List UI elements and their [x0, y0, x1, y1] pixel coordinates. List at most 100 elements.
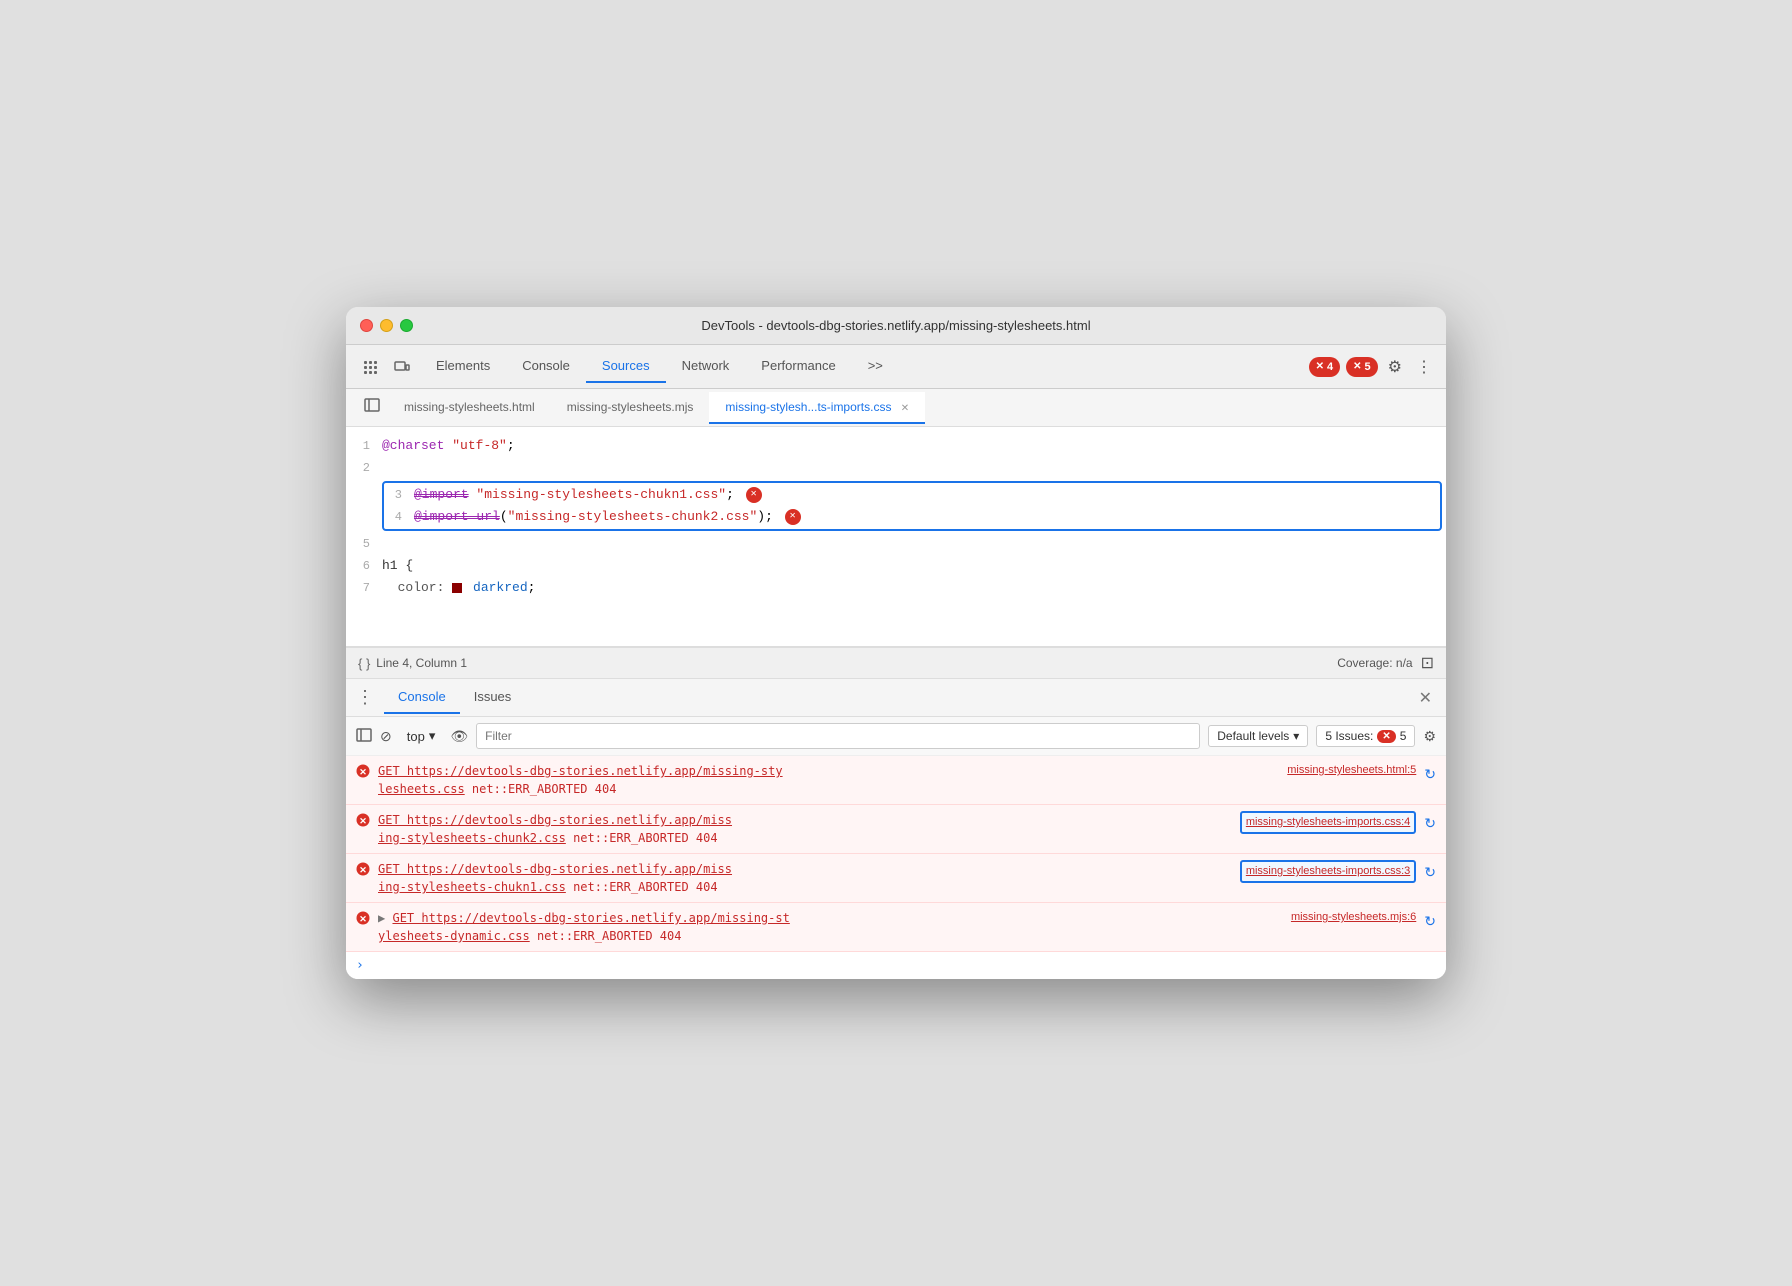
code-editor: 1 @charset "utf-8"; 2 3 @import "missing… [346, 427, 1446, 647]
line-number-3: 3 [388, 484, 414, 506]
issues-err-icon: ✕ [1377, 730, 1395, 743]
line-content-4[interactable]: @import url("missing-stylesheets-chunk2.… [414, 506, 1436, 528]
line-content-1[interactable]: @charset "utf-8"; [382, 435, 1446, 457]
main-toolbar: Elements Console Sources Network Perform… [346, 345, 1446, 389]
clear-console-icon[interactable]: ⊘ [380, 728, 392, 745]
line-content-7[interactable]: color: darkred; [382, 577, 1446, 599]
error-badge-1[interactable]: ✕ 4 [1309, 357, 1341, 377]
message-body-3: GET https://devtools-dbg-stories.netlify… [378, 860, 1232, 896]
svg-text:✕: ✕ [359, 767, 367, 777]
tab-elements[interactable]: Elements [420, 350, 506, 383]
error-icon-2: ✕ [1353, 361, 1361, 372]
message-link-1[interactable]: GET https://devtools-dbg-stories.netlify… [378, 764, 783, 796]
close-button[interactable] [360, 319, 373, 332]
file-tab-html[interactable]: missing-stylesheets.html [388, 392, 551, 424]
status-right: Coverage: n/a ⊡ [1337, 653, 1434, 673]
bottom-panel: ⋮ Console Issues ✕ ⊘ top ▾ 👁 Default lev… [346, 679, 1446, 979]
tab-console[interactable]: Console [506, 350, 586, 383]
device-toggle-icon[interactable] [388, 353, 416, 381]
tab-network[interactable]: Network [666, 350, 746, 383]
reload-icon-2[interactable]: ↻ [1424, 813, 1436, 834]
string-import-3: "missing-stylesheets-chukn1.css" [476, 487, 726, 502]
message-link-2[interactable]: GET https://devtools-dbg-stories.netlify… [378, 813, 732, 845]
line-number-2: 2 [346, 457, 382, 479]
message-source-3[interactable]: missing-stylesheets-imports.css:3 [1240, 860, 1416, 883]
keyword-charset: @charset [382, 438, 444, 453]
prompt-caret-icon: › [356, 958, 364, 973]
line-content-6[interactable]: h1 { [382, 555, 1446, 577]
error-count-2: 5 [1365, 361, 1371, 373]
line-content-2 [382, 457, 1446, 479]
log-levels-label: Default levels [1217, 729, 1289, 743]
import-error-block: 3 @import "missing-stylesheets-chukn1.cs… [382, 481, 1442, 531]
chevron-down-icon: ▾ [429, 728, 436, 744]
more-options-icon[interactable]: ⋮ [1412, 353, 1436, 381]
code-line-5: 5 [346, 533, 1446, 555]
context-selector[interactable]: top ▾ [400, 724, 443, 748]
bottom-panel-menu-icon[interactable]: ⋮ [356, 687, 374, 708]
message-source-1[interactable]: missing-stylesheets.html:5 [1287, 762, 1416, 779]
context-label: top [407, 729, 425, 744]
console-message-1: ✕ GET https://devtools-dbg-stories.netli… [346, 756, 1446, 805]
reload-icon-3[interactable]: ↻ [1424, 862, 1436, 883]
line-number-6: 6 [346, 555, 382, 577]
code-line-2: 2 [346, 457, 1446, 479]
file-tab-css[interactable]: missing-stylesh...ts-imports.css ✕ [709, 392, 925, 424]
live-expressions-icon[interactable]: 👁 [450, 728, 468, 745]
message-link-4[interactable]: GET https://devtools-dbg-stories.netlify… [378, 911, 790, 943]
value-darkred: darkred [473, 580, 528, 595]
error-count-1: 4 [1327, 361, 1333, 373]
console-sidebar-icon[interactable] [356, 727, 372, 746]
select-element-icon[interactable] [356, 353, 384, 381]
maximize-button[interactable] [400, 319, 413, 332]
tab-issues-bottom[interactable]: Issues [460, 681, 526, 714]
log-levels-selector[interactable]: Default levels ▾ [1208, 725, 1308, 747]
reload-icon-1[interactable]: ↻ [1424, 764, 1436, 785]
keyword-import-3: @import [414, 487, 469, 502]
status-left: { } Line 4, Column 1 [358, 656, 467, 671]
string-import-4: "missing-stylesheets-chunk2.css" [508, 509, 758, 524]
error-circle-icon-2: ✕ [356, 813, 370, 832]
minimize-button[interactable] [380, 319, 393, 332]
file-tab-mjs[interactable]: missing-stylesheets.mjs [551, 392, 710, 424]
string-utf8: "utf-8" [452, 438, 507, 453]
toolbar-right: ✕ 4 ✕ 5 ⚙ ⋮ [1309, 353, 1436, 381]
tab-more[interactable]: >> [852, 350, 899, 383]
titlebar: DevTools - devtools-dbg-stories.netlify.… [346, 307, 1446, 345]
code-line-1: 1 @charset "utf-8"; [346, 435, 1446, 457]
message-link-3[interactable]: GET https://devtools-dbg-stories.netlify… [378, 862, 732, 894]
selector-h1: h1 { [382, 558, 413, 573]
message-source-4[interactable]: missing-stylesheets.mjs:6 [1291, 909, 1416, 926]
console-message-4: ✕ ▶ GET https://devtools-dbg-stories.net… [346, 903, 1446, 952]
tab-sources[interactable]: Sources [586, 350, 666, 383]
message-body-4: ▶ GET https://devtools-dbg-stories.netli… [378, 909, 1283, 945]
tab-console-bottom[interactable]: Console [384, 681, 460, 714]
file-tab-close-icon[interactable]: ✕ [901, 403, 909, 414]
console-filter-input[interactable] [476, 723, 1200, 749]
issues-count-badge[interactable]: 5 Issues: ✕ 5 [1316, 725, 1415, 747]
console-settings-icon[interactable]: ⚙ [1423, 728, 1436, 745]
code-line-6: 6 h1 { [346, 555, 1446, 577]
message-source-2[interactable]: missing-stylesheets-imports.css:4 [1240, 811, 1416, 834]
svg-text:✕: ✕ [359, 914, 367, 924]
line-content-3[interactable]: @import "missing-stylesheets-chukn1.css"… [414, 484, 1436, 506]
pretty-print-icon[interactable]: { } [358, 656, 370, 671]
tab-performance[interactable]: Performance [745, 350, 851, 383]
coverage-icon[interactable]: ⊡ [1421, 653, 1434, 673]
keyword-import-4: @import url [414, 509, 500, 524]
issues-count: 5 [1400, 729, 1407, 743]
arrow-expand-icon-4[interactable]: ▶ [378, 911, 385, 925]
line-number-7: 7 [346, 577, 382, 599]
settings-icon[interactable]: ⚙ [1384, 353, 1406, 381]
file-tabs-bar: missing-stylesheets.html missing-stylesh… [346, 389, 1446, 427]
line-number-1: 1 [346, 435, 382, 457]
error-circle-icon-1: ✕ [356, 764, 370, 783]
file-tab-css-label: missing-stylesh...ts-imports.css [725, 400, 891, 414]
color-swatch-darkred [452, 583, 462, 593]
reload-icon-4[interactable]: ↻ [1424, 911, 1436, 932]
bottom-panel-close-icon[interactable]: ✕ [1415, 684, 1436, 712]
error-badge-2[interactable]: ✕ 5 [1346, 357, 1378, 377]
error-circle-icon-4: ✕ [356, 911, 370, 930]
svg-text:✕: ✕ [359, 816, 367, 826]
sidebar-toggle-icon[interactable] [356, 389, 388, 426]
